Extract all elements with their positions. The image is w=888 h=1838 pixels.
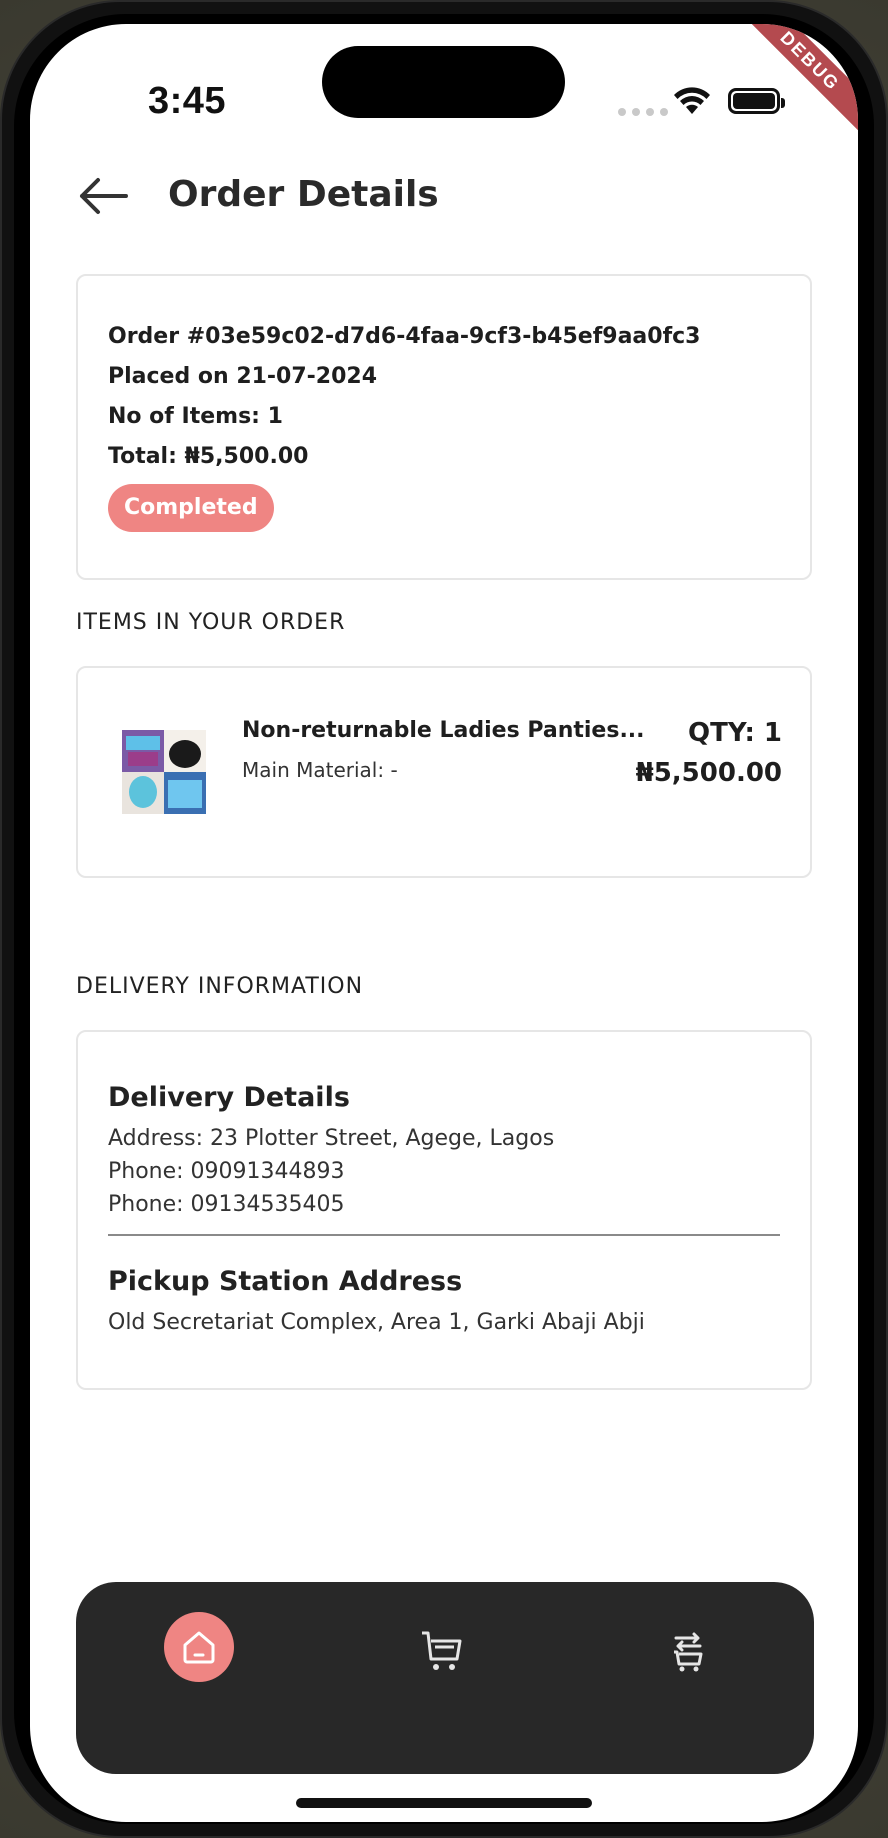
product-thumbnail [122, 730, 206, 814]
arrow-left-icon [80, 178, 128, 214]
app-screen: 3:45 DEBUG Order Details Order #03e59c02… [30, 24, 858, 1822]
delivery-address: Address: 23 Plotter Street, Agege, Lagos [108, 1126, 555, 1151]
order-placed-date: Placed on 21-07-2024 [108, 364, 378, 389]
item-quantity: QTY: 1 [688, 718, 782, 748]
bottom-navigation [76, 1582, 814, 1774]
cellular-signal-icon [618, 108, 668, 116]
delivery-details-title: Delivery Details [108, 1082, 350, 1113]
nav-cart-button[interactable] [418, 1626, 466, 1674]
delivery-section-label: DELIVERY INFORMATION [76, 974, 364, 999]
order-items-count: No of Items: 1 [108, 404, 283, 429]
items-section-label: ITEMS IN YOUR ORDER [76, 610, 346, 635]
cart-icon [422, 1631, 462, 1670]
dynamic-island [322, 46, 565, 118]
status-badge: Completed [108, 484, 274, 532]
order-number: Order #03e59c02-d7d6-4faa-9cf3-b45ef9aa0… [108, 324, 701, 349]
order-item-card[interactable]: Non-returnable Ladies Panties... Main Ma… [76, 666, 812, 878]
item-material: Main Material: - [242, 758, 398, 782]
pickup-station-title: Pickup Station Address [108, 1266, 463, 1297]
order-summary-card: Order #03e59c02-d7d6-4faa-9cf3-b45ef9aa0… [76, 274, 812, 580]
item-name: Non-returnable Ladies Panties... [242, 718, 645, 743]
nav-home-button[interactable] [164, 1612, 234, 1682]
pickup-station-address: Old Secretariat Complex, Area 1, Garki A… [108, 1310, 645, 1335]
orders-icon [674, 1632, 703, 1672]
home-icon [183, 1631, 215, 1664]
home-indicator[interactable] [296, 1798, 592, 1808]
divider [108, 1234, 780, 1236]
delivery-info-card: Delivery Details Address: 23 Plotter Str… [76, 1030, 812, 1390]
wifi-icon [674, 87, 710, 114]
page-title: Order Details [168, 174, 439, 215]
back-button[interactable] [74, 172, 130, 220]
item-price: ₦5,500.00 [635, 758, 782, 788]
nav-orders-button[interactable] [666, 1628, 710, 1676]
status-time: 3:45 [148, 80, 227, 122]
order-total: Total: ₦5,500.00 [108, 444, 309, 469]
battery-icon [728, 88, 785, 114]
delivery-phone-1: Phone: 09091344893 [108, 1159, 345, 1184]
delivery-phone-2: Phone: 09134535405 [108, 1192, 345, 1217]
